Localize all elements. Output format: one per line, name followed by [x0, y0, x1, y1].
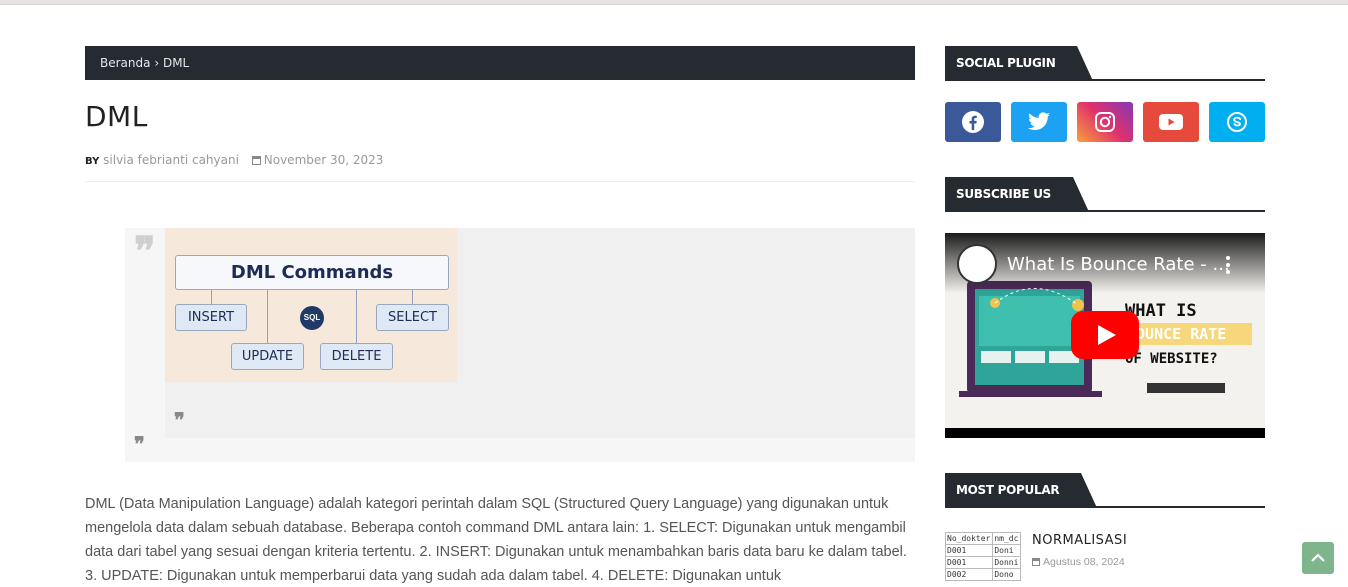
thumb-cell: D001 — [945, 544, 994, 557]
sql-badge: SQL — [300, 306, 324, 330]
quote-close-outer-icon: ❞ — [134, 432, 145, 456]
popular-post-thumbnail[interactable]: No_dokter nm_dc D001 Doni D001 Donni D002 Do… — [945, 532, 1021, 587]
popular-post-title[interactable]: NORMALISASI — [1032, 533, 1127, 548]
main-content: Beranda › DML DML BY silvia febrianti ca… — [85, 46, 915, 462]
calendar-icon — [251, 156, 261, 165]
quote-close-icon: ❞ — [174, 408, 185, 432]
thumb-cell: Doni — [992, 544, 1021, 557]
back-to-top-button[interactable] — [1302, 542, 1334, 574]
thumb-cell: D001 — [945, 556, 994, 569]
chevron-up-icon — [1311, 553, 1325, 562]
thumb-text-3: OF WEBSITE? — [1125, 351, 1218, 367]
thumb-text-2: BOUNCE RATE — [1127, 325, 1227, 343]
popular-post-date-wrap: Agustus 08, 2024 — [1032, 556, 1125, 568]
social-widget: SOCIAL PLUGIN — [945, 46, 1265, 146]
skype-icon — [1227, 112, 1247, 132]
popular-post-item[interactable]: No_dokter nm_dc D001 Doni D001 Donni D002 Do… — [945, 532, 1265, 587]
delete-box: DELETE — [320, 343, 393, 370]
twitter-icon — [1028, 112, 1050, 131]
facebook-icon — [962, 111, 984, 133]
thumb-cell: No_dokter — [945, 532, 994, 545]
youtube-icon — [1159, 114, 1183, 130]
skype-button[interactable] — [1209, 102, 1265, 142]
facebook-button[interactable] — [945, 102, 1001, 142]
most-popular-title: MOST POPULAR — [945, 473, 1098, 508]
connector-line — [211, 290, 212, 304]
social-buttons — [945, 102, 1265, 142]
post-meta: BY silvia febrianti cahyani November 30,… — [85, 153, 915, 182]
insert-box: INSERT — [175, 304, 247, 331]
thumb-cell: D002 — [945, 568, 994, 581]
connector-line — [412, 290, 413, 304]
video-title[interactable]: What Is Bounce Rate - ... — [1007, 254, 1230, 275]
breadcrumb-home-link[interactable]: Beranda — [100, 56, 150, 70]
quote-open-icon: ❞ — [134, 228, 156, 275]
connector-line — [356, 290, 357, 344]
youtube-button[interactable] — [1143, 102, 1199, 142]
social-plugin-title: SOCIAL PLUGIN — [945, 46, 1094, 81]
author-link[interactable]: silvia febrianti cahyani — [103, 153, 239, 167]
update-box: UPDATE — [231, 343, 304, 370]
widget-title: MOST POPULAR — [945, 473, 1265, 508]
post-date: November 30, 2023 — [263, 153, 384, 167]
thumb-cell: Dono — [992, 568, 1021, 581]
instagram-button[interactable] — [1077, 102, 1133, 142]
post-title: DML — [85, 100, 148, 133]
twitter-button[interactable] — [1011, 102, 1067, 142]
thumb-cell: nm_dc — [992, 532, 1021, 545]
youtube-video-embed[interactable]: WHAT IS BOUNCE RATE OF WEBSITE? What Is … — [945, 233, 1265, 438]
select-box: SELECT — [376, 304, 449, 331]
widget-title: SUBSCRIBE US — [945, 177, 1265, 212]
breadcrumb-current: DML — [162, 56, 190, 70]
connector-line — [267, 290, 268, 344]
by-label: BY — [85, 156, 100, 167]
diagram-heading: DML Commands — [175, 255, 449, 290]
play-button-icon[interactable] — [1071, 311, 1139, 359]
dml-commands-image: DML Commands INSERT SQL SELECT UPDATE DE… — [165, 228, 457, 382]
subscribe-widget: SUBSCRIBE US — [945, 177, 1265, 212]
top-strip — [0, 0, 1348, 5]
subscribe-us-title: SUBSCRIBE US — [945, 177, 1089, 212]
calendar-icon — [1032, 558, 1040, 566]
widget-title: SOCIAL PLUGIN — [945, 46, 1265, 81]
instagram-icon — [1095, 112, 1115, 132]
breadcrumb: Beranda › DML — [85, 46, 915, 80]
more-options-icon[interactable] — [1225, 255, 1231, 275]
popular-widget: MOST POPULAR — [945, 473, 1265, 508]
thumb-cell: Donni — [992, 556, 1021, 569]
post-body: DML (Data Manipulation Language) adalah … — [85, 496, 907, 584]
breadcrumb-separator: › — [154, 56, 160, 70]
channel-avatar[interactable] — [957, 244, 997, 284]
popular-post-date: Agustus 08, 2024 — [1043, 556, 1125, 568]
